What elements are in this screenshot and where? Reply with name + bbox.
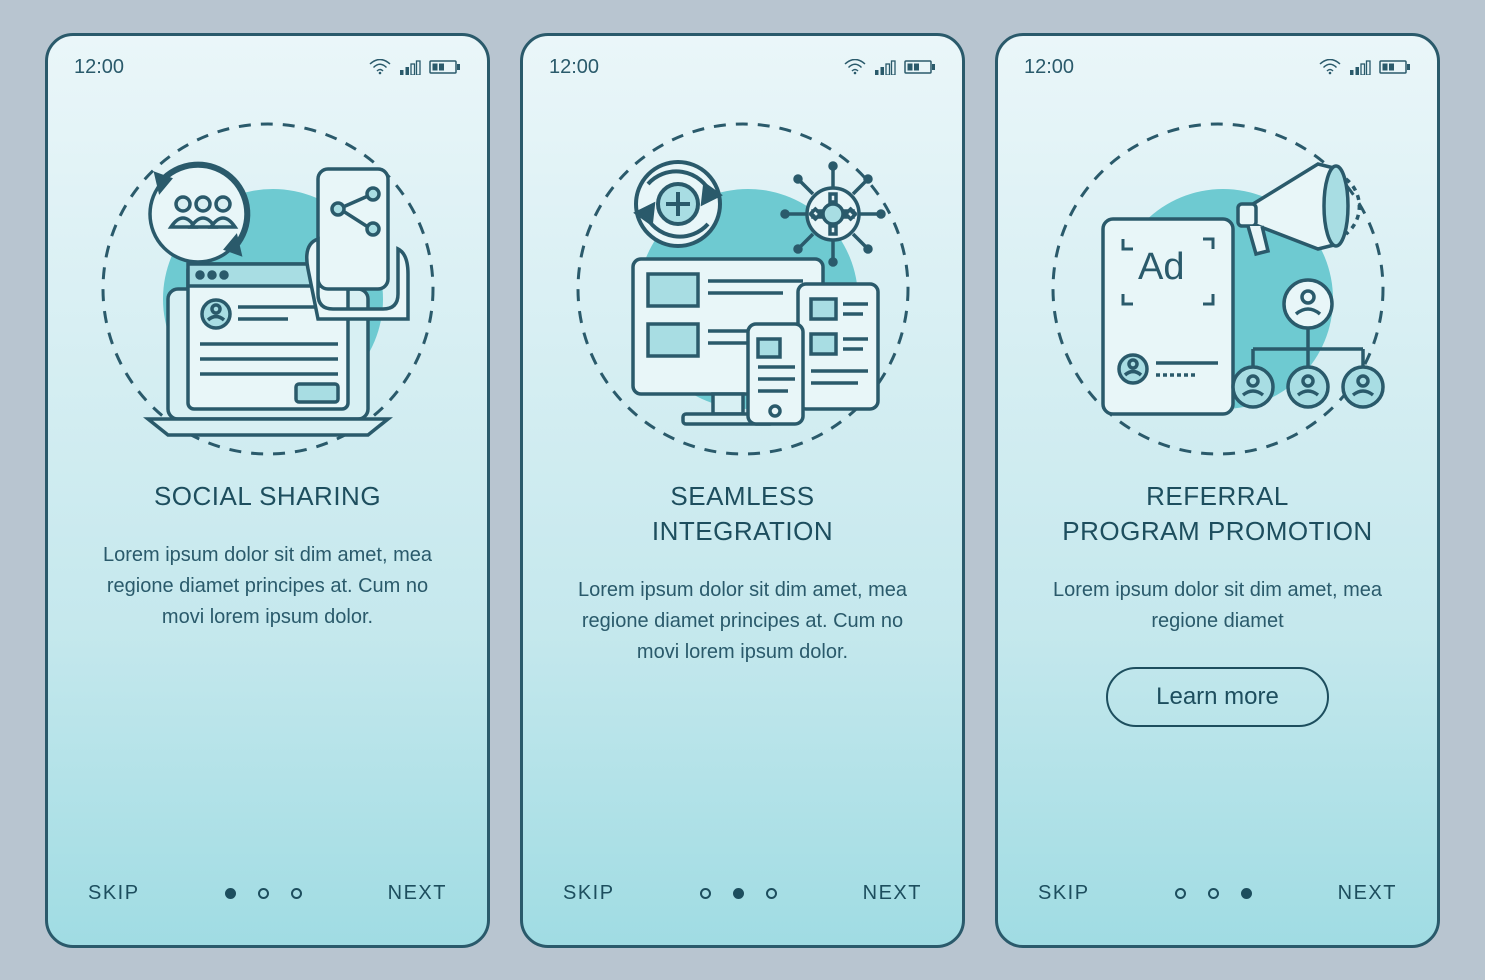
battery-icon [429,59,461,75]
screen-title: Seamlessintegration [563,479,922,549]
content-area: Social sharing Lorem ipsum dolor sit dim… [48,479,487,882]
signal-icon [399,59,421,75]
dot-1[interactable] [225,888,236,899]
illustration-seamless-integration [523,89,962,479]
page-dots [700,888,777,899]
screen-body: Lorem ipsum dolor sit dim amet, mea regi… [1038,575,1397,637]
skip-button[interactable]: SKIP [88,882,140,905]
screen-body: Lorem ipsum dolor sit dim amet, mea regi… [88,540,447,633]
wifi-icon [369,59,391,75]
dot-1[interactable] [700,888,711,899]
dot-2[interactable] [258,888,269,899]
page-dots [225,888,302,899]
footer-nav: SKIP NEXT [48,882,487,945]
dot-3[interactable] [1241,888,1252,899]
screen-title: Social sharing [88,479,447,514]
dot-2[interactable] [1208,888,1219,899]
wifi-icon [844,59,866,75]
dot-2[interactable] [733,888,744,899]
footer-nav: SKIP NEXT [523,882,962,945]
dot-3[interactable] [291,888,302,899]
learn-more-button[interactable]: Learn more [1106,667,1329,727]
page-dots [1175,888,1252,899]
battery-icon [1379,59,1411,75]
clock-time: 12:00 [74,56,124,79]
status-bar: 12:00 [523,36,962,89]
onboarding-screen-2: 12:00 [520,33,965,948]
clock-time: 12:00 [1024,56,1074,79]
footer-nav: SKIP NEXT [998,882,1437,945]
wifi-icon [1319,59,1341,75]
screen-body: Lorem ipsum dolor sit dim amet, mea regi… [563,575,922,668]
signal-icon [874,59,896,75]
content-area: Seamlessintegration Lorem ipsum dolor si… [523,479,962,882]
skip-button[interactable]: SKIP [1038,882,1090,905]
content-area: Referralprogram promotion Lorem ipsum do… [998,479,1437,882]
status-icons [1319,59,1411,75]
svg-text:Ad: Ad [1138,246,1184,288]
onboarding-screen-1: 12:00 [45,33,490,948]
clock-time: 12:00 [549,56,599,79]
status-icons [844,59,936,75]
signal-icon [1349,59,1371,75]
illustration-referral-program: Ad [998,89,1437,479]
status-bar: 12:00 [48,36,487,89]
onboarding-screen-3: 12:00 Ad [995,33,1440,948]
dot-1[interactable] [1175,888,1186,899]
next-button[interactable]: NEXT [388,882,447,905]
battery-icon [904,59,936,75]
illustration-social-sharing [48,89,487,479]
screen-title: Referralprogram promotion [1038,479,1397,549]
status-bar: 12:00 [998,36,1437,89]
dot-3[interactable] [766,888,777,899]
skip-button[interactable]: SKIP [563,882,615,905]
next-button[interactable]: NEXT [863,882,922,905]
status-icons [369,59,461,75]
next-button[interactable]: NEXT [1338,882,1397,905]
